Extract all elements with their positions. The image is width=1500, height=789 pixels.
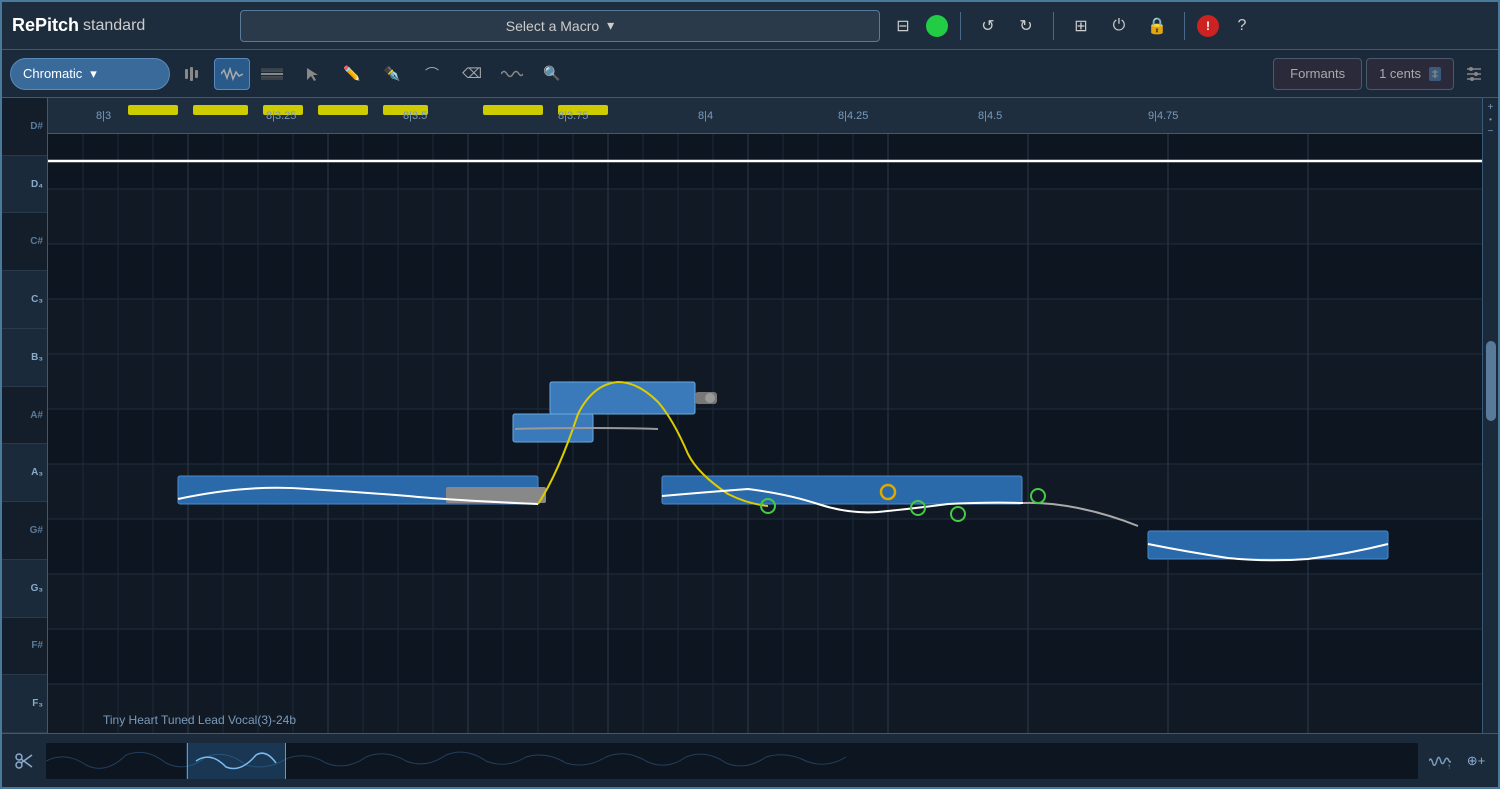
zoom-out-icon[interactable]: − (1488, 126, 1494, 137)
separator-3 (1184, 12, 1185, 40)
power-icon[interactable]: ⏻ (1104, 11, 1134, 41)
separator-2 (1053, 12, 1054, 40)
piano-keys: D# D₄ C# C₃ B₃ A# A₃ G# G₃ F# F₃ (2, 98, 48, 733)
key-d4: D₄ (2, 156, 47, 214)
bottom-bar: ↑ ⊕+ (2, 733, 1498, 787)
chromatic-dropdown[interactable]: Chromatic ▾ (10, 58, 170, 90)
grid-svg: Tiny Heart Tuned Lead Vocal(3)-24b (48, 134, 1482, 733)
macro-label: Select a Macro (506, 18, 599, 34)
undo-icon[interactable]: ↺ (973, 11, 1003, 41)
alert-icon[interactable]: ! (1197, 15, 1219, 37)
waveform-svg (46, 743, 1418, 779)
zoom-in-icon[interactable]: + (1488, 102, 1494, 113)
key-b3: B₃ (2, 329, 47, 387)
cut-icon[interactable] (10, 747, 38, 775)
waveform-zoom-icon: ↑ (1429, 752, 1451, 770)
main-content: D# D₄ C# C₃ B₃ A# A₃ G# G₃ F# F₃ (2, 98, 1498, 733)
key-g3: G₃ (2, 560, 47, 618)
timeline-segment-6 (483, 105, 543, 115)
snap-icon (183, 65, 201, 83)
zoom-indicator: • (1489, 115, 1492, 124)
timeline-marker-5: 8|4 (698, 110, 713, 122)
timeline: 8|3 8|3.25 8|3.5 8|3.75 8|4 8|4.25 8|4.5… (48, 98, 1482, 134)
cents-scroll-icon (1429, 67, 1441, 81)
waveform-icon (221, 67, 243, 81)
right-scrollbar[interactable]: + • − (1482, 98, 1498, 733)
key-c3: C₃ (2, 271, 47, 329)
chromatic-arrow-icon: ▾ (90, 66, 97, 82)
formants-button[interactable]: Formants (1273, 58, 1362, 90)
help-icon[interactable]: ? (1227, 11, 1257, 41)
magnify-tool-btn[interactable]: 🔍 (534, 58, 570, 90)
app-logo: RePitch standard (12, 15, 232, 36)
redo-icon[interactable]: ↻ (1011, 11, 1041, 41)
key-asharp: A# (2, 387, 47, 445)
svg-text:Tiny Heart Tuned Lead Vocal(3): Tiny Heart Tuned Lead Vocal(3)-24b (103, 713, 296, 727)
zoom-waveform-icon[interactable]: ↑ (1426, 747, 1454, 775)
sliders-icon (1465, 65, 1483, 83)
curve-tool-btn[interactable]: ⌒ (414, 58, 450, 90)
key-f3: F₃ (2, 675, 47, 733)
zoom-horizontal-icon[interactable]: ⊕+ (1462, 747, 1490, 775)
macro-select-dropdown[interactable]: Select a Macro ▾ (240, 10, 880, 42)
select-arrow-icon (305, 66, 319, 82)
zoom-h-symbol: ⊕+ (1467, 753, 1485, 769)
key-gsharp: G# (2, 502, 47, 560)
timeline-marker-4: 8|3.75 (558, 110, 588, 122)
separator-1 (960, 12, 961, 40)
timeline-marker-6: 8|4.25 (838, 110, 868, 122)
cents-value: 1 cents (1379, 66, 1421, 81)
logo-repitch: RePitch (12, 15, 79, 36)
grid-icon[interactable]: ⊞ (1066, 11, 1096, 41)
chromatic-label: Chromatic (23, 66, 82, 81)
pencil-edit-btn[interactable]: ✏️ (334, 58, 370, 90)
vibrato-tool-btn[interactable] (494, 58, 530, 90)
timeline-marker-3: 8|3.5 (403, 110, 427, 122)
waveform-overview[interactable] (46, 743, 1418, 779)
lock-icon[interactable]: 🔒 (1142, 11, 1172, 41)
formants-label: Formants (1290, 66, 1345, 81)
draw-tool-btn[interactable]: ✒️ (374, 58, 410, 90)
key-fsharp: F# (2, 618, 47, 676)
settings-sliders-icon[interactable]: ⊟ (888, 11, 918, 41)
erase-tool-btn[interactable]: ⌫ (454, 58, 490, 90)
timeline-segment-1 (128, 105, 178, 115)
app-container: RePitch standard Select a Macro ▾ ⊟ ↺ ↻ … (0, 0, 1500, 789)
second-toolbar: Chromatic ▾ (2, 50, 1498, 98)
note-grid-container: Tiny Heart Tuned Lead Vocal(3)-24b (48, 134, 1482, 733)
timeline-marker-7: 8|4.5 (978, 110, 1002, 122)
vertical-scroll-thumb[interactable] (1486, 341, 1496, 421)
svg-text:↑: ↑ (1447, 762, 1451, 770)
spectrogram-icon (261, 67, 283, 81)
active-indicator (926, 15, 948, 37)
timeline-marker-8: 9|4.75 (1148, 110, 1178, 122)
timeline-marker-1: 8|3 (96, 110, 111, 122)
snap-to-grid-btn[interactable] (174, 58, 210, 90)
top-toolbar: RePitch standard Select a Macro ▾ ⊟ ↺ ↻ … (2, 2, 1498, 50)
timeline-segment-4 (318, 105, 368, 115)
waveform-btn[interactable] (214, 58, 250, 90)
key-dsharp: D# (2, 98, 47, 156)
select-tool-btn[interactable] (294, 58, 330, 90)
timeline-marker-2: 8|3.25 (266, 110, 296, 122)
track-settings-icon[interactable] (1458, 58, 1490, 90)
timeline-segment-2 (193, 105, 248, 115)
cents-display: 1 cents (1366, 58, 1454, 90)
logo-standard: standard (83, 17, 145, 35)
scissors-icon (14, 751, 34, 771)
macro-arrow-icon: ▾ (607, 17, 614, 34)
spectrogram-btn[interactable] (254, 58, 290, 90)
key-a3: A₃ (2, 444, 47, 502)
key-csharp: C# (2, 213, 47, 271)
vibrato-icon (501, 68, 523, 80)
